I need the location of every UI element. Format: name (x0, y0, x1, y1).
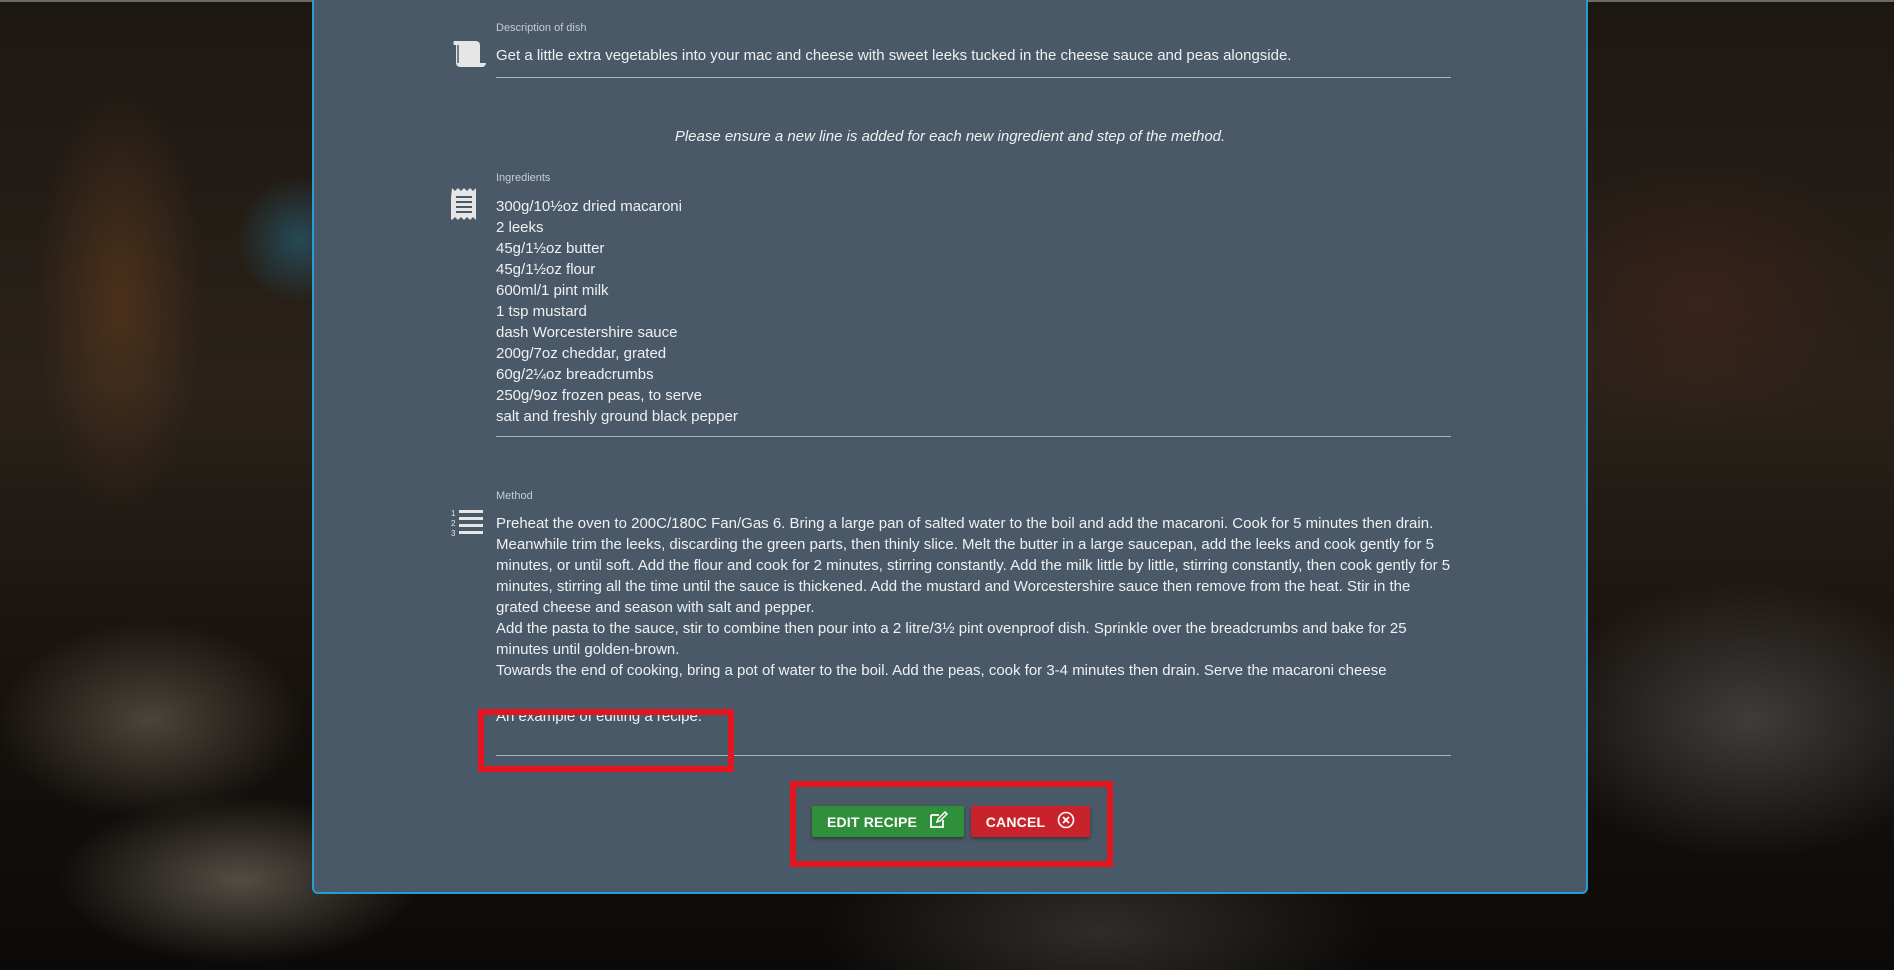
cancel-label: CANCEL (985, 813, 1046, 830)
svg-text:1: 1 (451, 509, 456, 518)
method-step: Preheat the oven to 200C/180C Fan/Gas 6.… (496, 515, 1434, 532)
method-step: Meanwhile trim the leeks, discarding the… (496, 536, 1451, 616)
ingredients-label: Ingredients (496, 172, 551, 184)
numbered-list-icon: 1 2 3 (451, 508, 485, 538)
edit-icon (929, 810, 949, 832)
ingredient-line: 2 leeks (496, 219, 544, 236)
ingredient-line: 250g/9oz frozen peas, to serve (496, 387, 702, 404)
method-step: Add the pasta to the sauce, stir to comb… (496, 620, 1407, 658)
description-label: Description of dish (496, 22, 587, 34)
svg-text:2: 2 (451, 519, 456, 528)
ingredient-line: 200g/7oz cheddar, grated (496, 345, 667, 362)
ingredient-line: 1 tsp mustard (496, 303, 587, 320)
edit-recipe-button[interactable]: EDIT RECIPE (812, 806, 964, 837)
scroll-icon (450, 37, 490, 71)
cancel-circle-icon (1057, 811, 1075, 832)
description-field[interactable]: Get a little extra vegetables into your … (496, 45, 1451, 78)
cancel-button[interactable]: CANCEL (971, 806, 1090, 837)
ingredient-line: dash Worcestershire sauce (496, 324, 678, 341)
receipt-icon (449, 187, 477, 221)
method-label: Method (496, 490, 533, 502)
svg-text:3: 3 (451, 529, 456, 538)
ingredient-line: 600ml/1 pint milk (496, 282, 609, 299)
ingredient-line: 45g/1½oz flour (496, 261, 596, 278)
ingredient-line: 60g/2¼oz breadcrumbs (496, 366, 654, 383)
method-step: Towards the end of cooking, bring a pot … (496, 662, 1387, 679)
ingredients-list: 300g/10½oz dried macaroni 2 leeks 45g/1½… (496, 196, 1451, 427)
newline-hint: Please ensure a new line is added for ea… (674, 128, 1226, 145)
ingredient-line: 45g/1½oz butter (496, 240, 605, 257)
ingredient-line: 300g/10½oz dried macaroni (496, 198, 682, 215)
method-text: Preheat the oven to 200C/180C Fan/Gas 6.… (496, 513, 1451, 710)
ingredient-line: salt and freshly ground black pepper (496, 408, 738, 425)
description-value: Get a little extra vegetables into your … (496, 47, 1292, 64)
edit-recipe-label: EDIT RECIPE (826, 813, 918, 830)
ingredients-textarea[interactable]: 300g/10½oz dried macaroni 2 leeks 45g/1½… (496, 196, 1451, 437)
highlight-box-added-line (478, 709, 734, 772)
